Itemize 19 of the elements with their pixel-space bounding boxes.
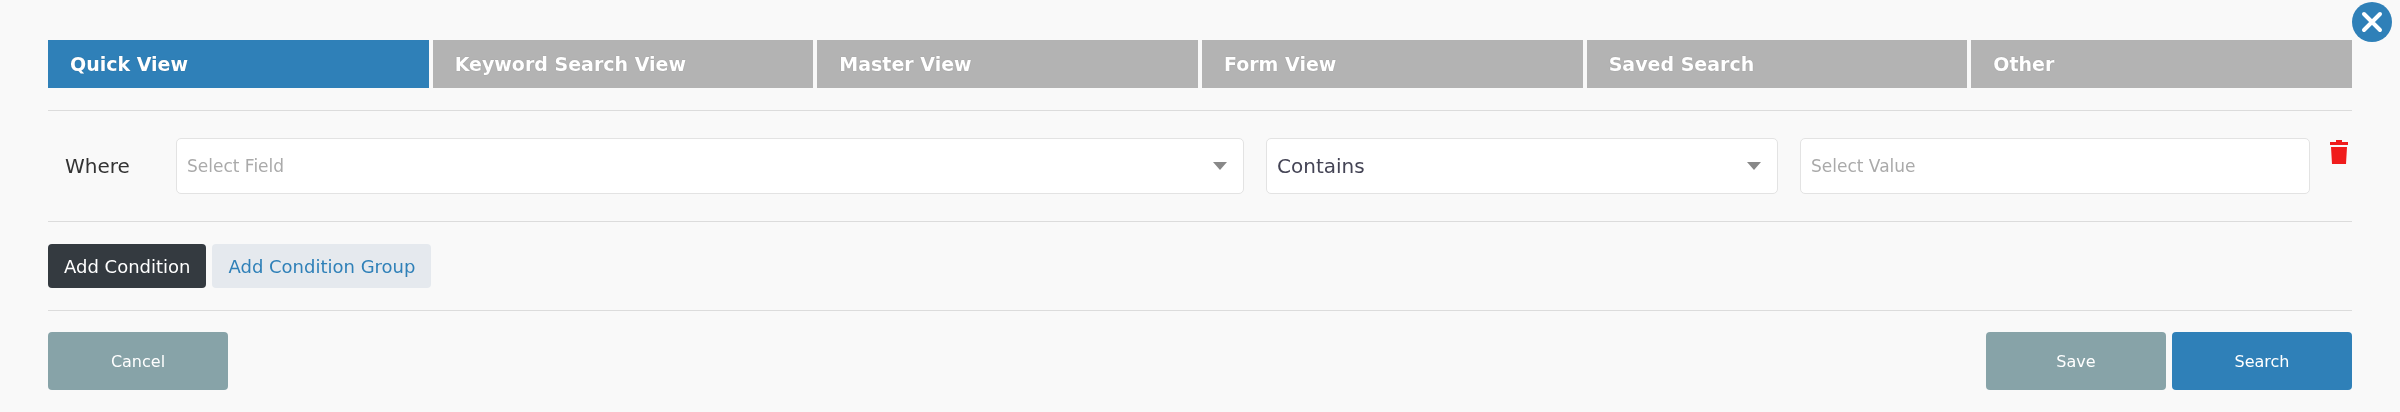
- tab[interactable]: Other: [1971, 40, 2352, 88]
- caret-icon: [1747, 162, 1761, 170]
- close-icon[interactable]: [2351, 1, 2393, 43]
- tab[interactable]: Master View: [817, 40, 1198, 88]
- tab[interactable]: Keyword Search View: [432, 40, 814, 88]
- caret-icon: [1213, 162, 1227, 170]
- operator-select[interactable]: Contains: [1266, 138, 1778, 194]
- tab[interactable]: Quick View: [48, 40, 429, 88]
- field-select[interactable]: Select Field: [176, 138, 1244, 194]
- tab[interactable]: Form View: [1202, 40, 1583, 88]
- add-group-button[interactable]: Add Condition Group: [212, 244, 432, 288]
- tab[interactable]: Saved Search: [1586, 40, 1968, 88]
- value-input[interactable]: Select Value: [1800, 138, 2310, 194]
- search-button[interactable]: Search: [2172, 332, 2352, 390]
- cancel-button[interactable]: Cancel: [48, 332, 228, 390]
- add-condition-button[interactable]: Add Condition: [48, 244, 207, 288]
- save-button[interactable]: Save: [1986, 332, 2166, 390]
- trash-icon[interactable]: [2330, 140, 2348, 164]
- where-label: Where: [64, 154, 131, 178]
